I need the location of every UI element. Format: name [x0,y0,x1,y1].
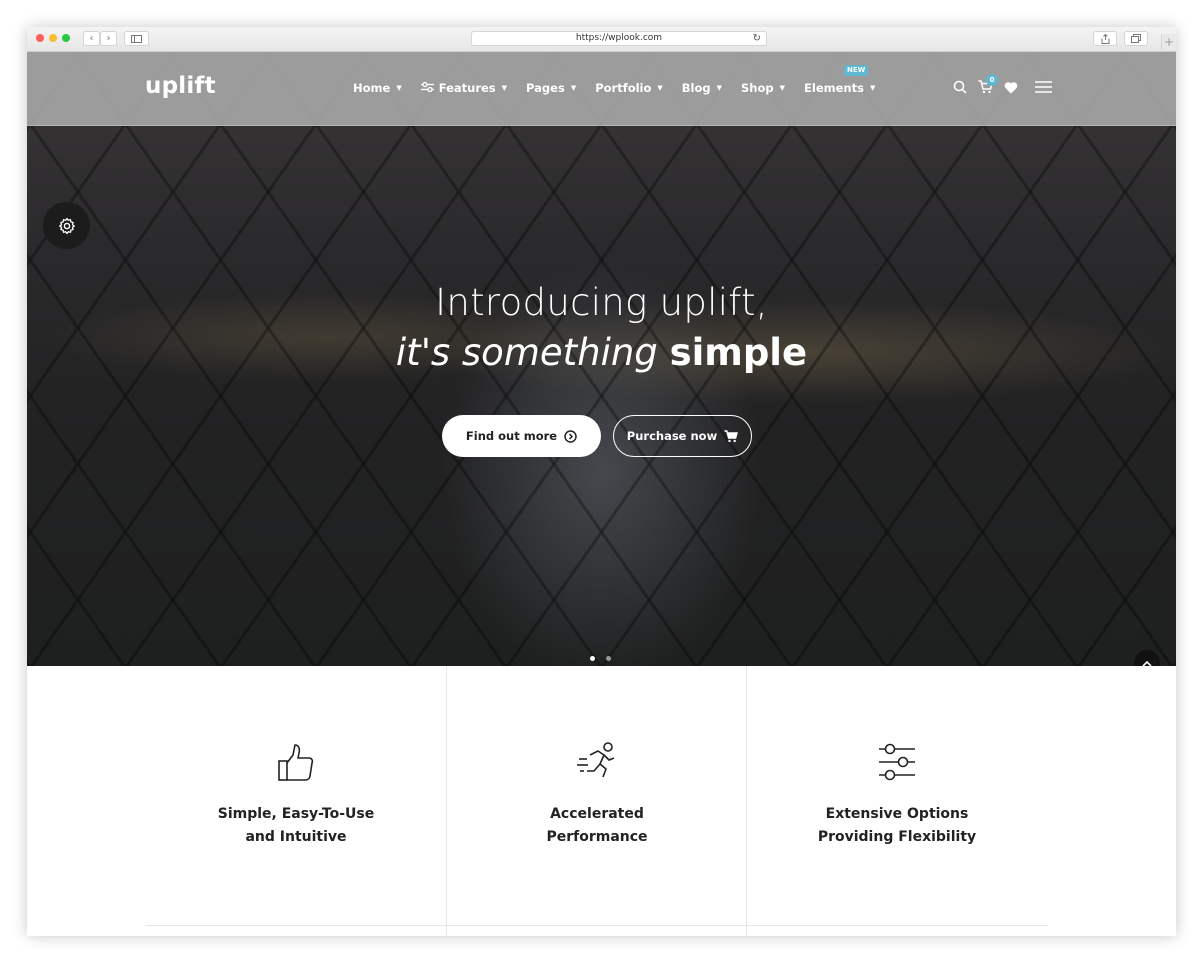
menu-item-blog[interactable]: Blog ▼ [682,81,722,95]
browser-window: ‹ › https://wplook.com ↻ + uplift Home ▼ [27,27,1176,936]
address-bar[interactable]: https://wplook.com ↻ [471,31,767,46]
cart-icon [724,429,739,443]
menu-item-pages[interactable]: Pages ▼ [526,81,576,95]
gear-icon [58,217,75,234]
section-divider [145,925,1048,926]
chevron-left-icon: ‹ [89,33,94,44]
cart-icon[interactable]: 0 [978,74,998,94]
slide-dot-2[interactable] [606,656,611,661]
menu-item-home[interactable]: Home ▼ [353,81,402,95]
hero-slider: uplift Home ▼ Features ▼ Pages ▼ Portfol… [27,52,1176,666]
chevron-down-icon: ▼ [570,84,577,92]
browser-toolbar: ‹ › https://wplook.com ↻ + [27,27,1176,52]
sliders-icon [747,741,1047,783]
chevron-down-icon: ▼ [716,84,723,92]
hamburger-menu-icon[interactable] [1035,81,1052,93]
thumbs-up-icon [146,741,446,783]
menu-item-elements[interactable]: NEW Elements ▼ [804,65,876,95]
menu-item-label: Home [353,81,391,95]
forward-button[interactable]: › [100,31,117,46]
hero-heading-bold: simple [669,331,808,374]
feature-card: Simple, Easy-To-Use and Intuitive [146,741,446,849]
arrow-circle-right-icon [564,429,577,443]
hero-heading-light: it's something [395,331,658,374]
slider-pagination [590,656,622,661]
feature-title-line2: and Intuitive [245,829,347,845]
tabs-icon [1131,34,1141,43]
feature-title: Extensive Options Providing Flexibility [747,803,1047,849]
feature-card: Accelerated Performance [447,741,747,849]
purchase-now-button[interactable]: Purchase now [613,415,752,457]
reload-icon[interactable]: ↻ [753,32,761,45]
chevron-down-icon: ▼ [779,84,786,92]
menu-item-label: Shop [741,81,774,95]
running-man-icon [447,741,747,783]
feature-title: Simple, Easy-To-Use and Intuitive [146,803,446,849]
menu-item-label: Elements [804,81,864,95]
feature-title-line1: Simple, Easy-To-Use [217,806,375,822]
site-header: uplift Home ▼ Features ▼ Pages ▼ Portfol… [27,52,1176,126]
heart-icon[interactable] [1004,81,1018,94]
zoom-window-button[interactable] [62,34,70,42]
share-icon [1101,33,1109,44]
feature-title-line2: Performance [546,829,648,845]
main-menu: Home ▼ Features ▼ Pages ▼ Portfolio ▼ Bl… [353,65,894,95]
header-actions: 0 [953,74,1063,94]
feature-card: Extensive Options Providing Flexibility [747,741,1047,849]
new-tab-button[interactable]: + [1161,34,1176,50]
hero-heading-line2: it's something simple [27,331,1176,374]
menu-item-shop[interactable]: Shop ▼ [741,81,785,95]
site-logo[interactable]: uplift [145,73,216,99]
tabs-overview-button[interactable] [1124,31,1148,46]
find-out-more-button[interactable]: Find out more [442,415,601,457]
menu-item-label: Pages [526,81,565,95]
chevron-down-icon: ▼ [657,84,663,92]
minimize-window-button[interactable] [49,34,57,42]
features-section: Simple, Easy-To-Use and Intuitive Accele… [27,666,1176,936]
sidebar-toggle-button[interactable] [124,31,149,46]
sliders-icon [420,81,434,95]
share-button[interactable] [1093,31,1117,46]
menu-item-label: Portfolio [595,81,652,95]
new-badge: NEW [844,65,869,76]
feature-title-line1: Accelerated [550,806,644,822]
menu-item-label: Blog [681,81,711,95]
close-window-button[interactable] [36,34,44,42]
url-text: https://wplook.com [575,33,663,43]
feature-title-line2: Providing Flexibility [817,829,977,845]
cart-count-badge: 0 [986,74,998,86]
purchase-now-label: Purchase now [626,429,718,443]
chevron-down-icon: ▼ [869,84,876,92]
chevron-right-icon: › [106,33,111,44]
slide-dot-1[interactable] [590,656,595,661]
find-out-more-label: Find out more [465,429,558,443]
menu-item-features[interactable]: Features ▼ [420,81,508,95]
feature-title: Accelerated Performance [447,803,747,849]
back-button[interactable]: ‹ [83,31,100,46]
chevron-down-icon: ▼ [501,84,508,92]
settings-button[interactable] [43,202,90,249]
chevron-down-icon: ▼ [396,84,402,92]
sidebar-icon [131,34,142,43]
menu-item-portfolio[interactable]: Portfolio ▼ [595,81,663,95]
hero-heading-line1: Introducing uplift, [435,281,768,324]
menu-item-label: Features [438,81,496,95]
feature-title-line1: Extensive Options [825,806,969,822]
search-icon[interactable] [953,80,967,94]
